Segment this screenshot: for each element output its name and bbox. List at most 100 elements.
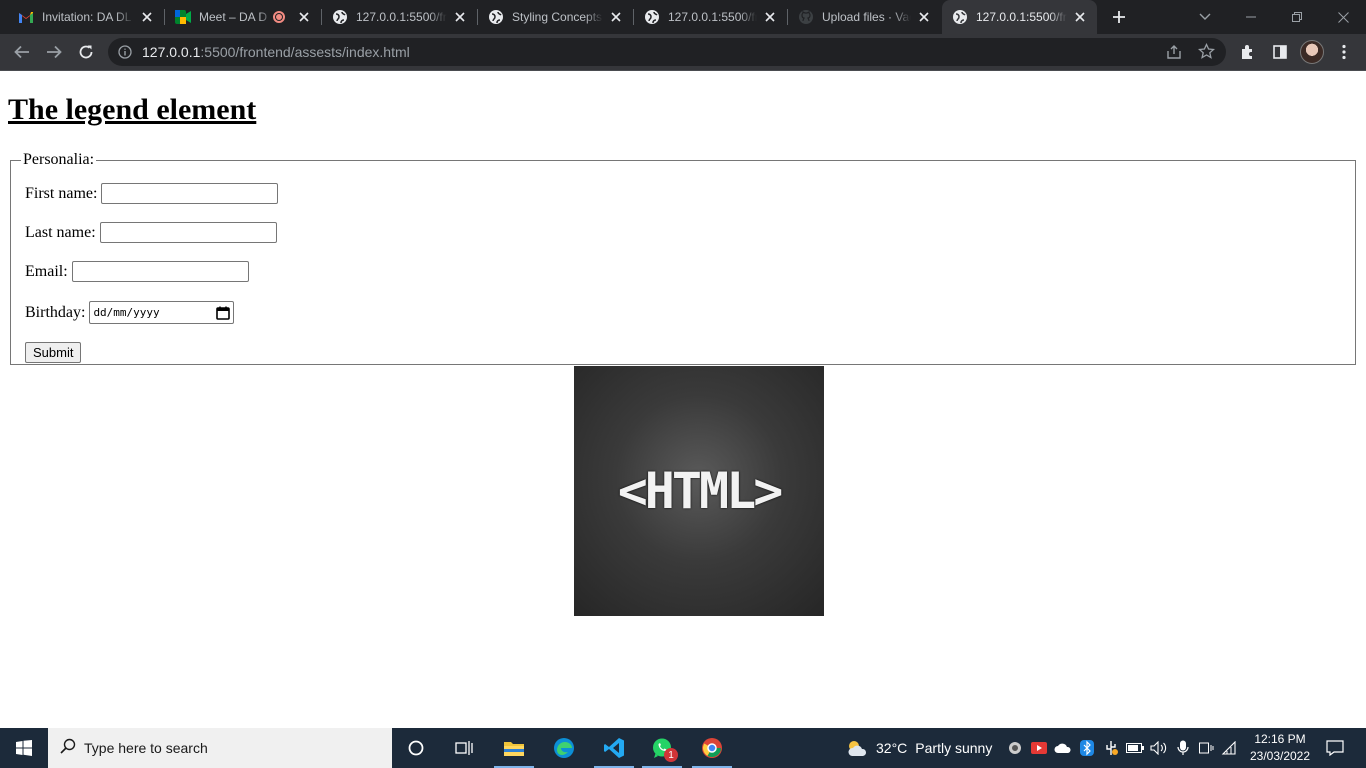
meet-icon	[175, 9, 191, 25]
input-indicator-icon[interactable]	[1196, 728, 1218, 768]
tab-localhost-2[interactable]: 127.0.0.1:5500/fr	[634, 0, 787, 34]
wifi-icon[interactable]	[1218, 728, 1240, 768]
volume-icon[interactable]	[1148, 728, 1170, 768]
tab-title: Upload files · Vac	[822, 10, 911, 24]
vscode-button[interactable]	[590, 728, 638, 768]
tab-localhost-1[interactable]: 127.0.0.1:5500/fr	[322, 0, 477, 34]
close-icon[interactable]	[1071, 8, 1089, 26]
tab-title: Invitation: DA DL	[42, 10, 132, 24]
restore-button[interactable]	[1274, 0, 1320, 34]
arrow-right-icon	[47, 45, 62, 59]
onedrive-icon[interactable]	[1052, 728, 1074, 768]
birthday-label: Birthday:	[25, 303, 86, 321]
back-button[interactable]	[8, 38, 36, 66]
close-icon[interactable]	[138, 8, 156, 26]
tab-github-upload[interactable]: Upload files · Vac	[788, 0, 941, 34]
task-view-icon	[455, 741, 473, 755]
more-vert-icon	[1342, 44, 1346, 60]
edge-icon	[554, 738, 574, 758]
globe-icon	[644, 9, 660, 25]
file-explorer-button[interactable]	[490, 728, 538, 768]
browser-toolbar: 127.0.0.1:5500/frontend/assests/index.ht…	[0, 34, 1366, 71]
tab-title: Meet – DA D	[199, 10, 268, 24]
recording-icon	[273, 11, 285, 23]
tab-gmail-invitation[interactable]: Invitation: DA DL	[8, 0, 164, 34]
html-logo-image: <HTML>	[574, 366, 824, 616]
close-icon[interactable]	[761, 8, 779, 26]
reload-icon	[79, 45, 93, 59]
last-name-row: Last name:	[25, 222, 277, 243]
restore-icon	[1292, 12, 1302, 22]
page-title: The legend element	[8, 93, 257, 126]
tab-strip: Invitation: DA DL Meet – DA D 127.0.0.1:…	[0, 0, 1366, 34]
tab-styling-concepts[interactable]: Styling Concepts	[478, 0, 633, 34]
globe-icon	[332, 9, 348, 25]
page-content: The legend element Personalia: First nam…	[0, 71, 1366, 728]
reload-button[interactable]	[72, 38, 100, 66]
first-name-label: First name:	[25, 184, 98, 202]
whatsapp-button[interactable]: 1	[638, 728, 686, 768]
submit-button[interactable]: Submit	[25, 342, 82, 363]
weather-temperature: 32°C	[876, 740, 908, 756]
clock-time: 12:16 PM	[1254, 732, 1306, 746]
tray-app-icon[interactable]	[1004, 728, 1026, 768]
info-icon[interactable]	[118, 45, 132, 64]
start-button[interactable]	[0, 728, 48, 768]
first-name-input[interactable]	[101, 183, 279, 204]
tray-red-app-icon[interactable]	[1028, 728, 1050, 768]
notifications-button[interactable]	[1320, 728, 1350, 768]
profile-avatar[interactable]	[1300, 40, 1324, 64]
tab-title: Styling Concepts	[512, 10, 603, 24]
close-icon[interactable]	[915, 8, 933, 26]
arrow-left-icon	[14, 45, 29, 59]
plus-icon	[1113, 11, 1125, 23]
cortana-button[interactable]	[392, 728, 440, 768]
new-tab-button[interactable]	[1106, 4, 1132, 30]
side-panel-button[interactable]	[1266, 38, 1294, 66]
menu-button[interactable]	[1330, 38, 1358, 66]
address-bar[interactable]: 127.0.0.1:5500/frontend/assests/index.ht…	[108, 38, 1226, 66]
chrome-button[interactable]	[688, 728, 736, 768]
close-icon[interactable]	[607, 8, 625, 26]
globe-icon	[952, 9, 968, 25]
tab-title: 127.0.0.1:5500/fr	[356, 10, 447, 24]
birthday-date-input[interactable]: dd/mm/yyyy	[89, 301, 235, 324]
fieldset-legend: Personalia:	[23, 151, 95, 168]
edge-button[interactable]	[540, 728, 588, 768]
share-icon[interactable]	[1166, 44, 1182, 65]
close-icon[interactable]	[451, 8, 469, 26]
weather-widget[interactable]: 32°C Partly sunny	[846, 728, 992, 768]
weather-condition: Partly sunny	[915, 740, 993, 756]
usb-icon[interactable]	[1100, 728, 1122, 768]
html-logo-text: <HTML>	[617, 462, 784, 520]
close-window-button[interactable]	[1320, 0, 1366, 34]
clock-date: 23/03/2022	[1249, 749, 1311, 763]
tab-search-button[interactable]	[1182, 0, 1228, 34]
minimize-icon	[1246, 16, 1256, 18]
extensions-button[interactable]	[1234, 38, 1262, 66]
system-clock[interactable]: 12:16 PM 23/03/2022	[1240, 728, 1320, 768]
microphone-icon[interactable]	[1172, 728, 1194, 768]
last-name-label: Last name:	[25, 223, 96, 241]
url-host: 127.0.0.1	[142, 44, 201, 60]
tab-localhost-active[interactable]: 127.0.0.1:5500/fr	[942, 0, 1097, 34]
battery-icon[interactable]	[1124, 728, 1146, 768]
taskbar-search-box[interactable]: Type here to search	[48, 728, 392, 768]
task-view-button[interactable]	[440, 728, 488, 768]
globe-icon	[488, 9, 504, 25]
bluetooth-icon[interactable]	[1076, 728, 1098, 768]
close-icon[interactable]	[295, 8, 313, 26]
forward-button[interactable]	[40, 38, 68, 66]
email-input[interactable]	[71, 261, 249, 282]
github-icon	[798, 9, 814, 25]
gmail-icon	[18, 9, 34, 25]
notification-icon	[1326, 740, 1344, 756]
calendar-icon[interactable]	[216, 306, 231, 320]
url-path: :5500/frontend/assests/index.html	[200, 44, 410, 60]
minimize-button[interactable]	[1228, 0, 1274, 34]
birthday-row: Birthday: dd/mm/yyyy	[25, 301, 235, 324]
last-name-input[interactable]	[99, 222, 277, 243]
bookmark-star-icon[interactable]	[1197, 42, 1216, 65]
email-row: Email:	[25, 261, 249, 282]
tab-google-meet[interactable]: Meet – DA D	[165, 0, 321, 34]
